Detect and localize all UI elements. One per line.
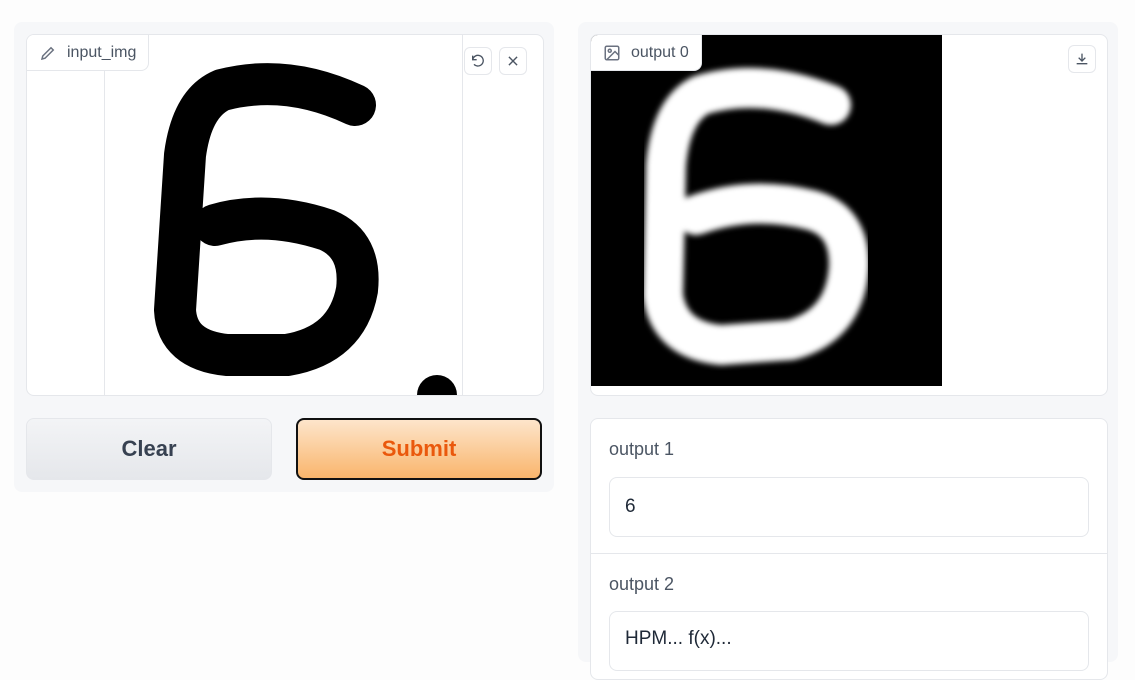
close-icon <box>506 54 520 68</box>
undo-icon <box>470 53 486 69</box>
output1-textbox[interactable]: 6 <box>609 477 1089 537</box>
sketchpad[interactable]: input_img <box>26 34 544 396</box>
output0-label-text: output 0 <box>631 43 689 61</box>
download-icon <box>1074 51 1090 67</box>
fields-divider <box>591 553 1107 554</box>
clear-button[interactable]: Clear <box>26 418 272 480</box>
output2-textbox[interactable]: HPM... f(x)... <box>609 611 1089 671</box>
pencil-icon <box>39 44 57 62</box>
download-button[interactable] <box>1068 45 1096 73</box>
input-label: input_img <box>27 35 150 71</box>
output-panel: output 0 output 1 6 output 2 HPM... f(x)… <box>578 22 1118 680</box>
processed-digit-six <box>643 67 869 365</box>
submit-button[interactable]: Submit <box>296 418 542 480</box>
output-fields-block: output 1 6 output 2 HPM... f(x)... <box>590 418 1108 680</box>
output2-label: output 2 <box>609 574 675 594</box>
output1-label: output 1 <box>609 439 675 459</box>
image-icon <box>603 44 621 62</box>
output0-label: output 0 <box>591 35 702 71</box>
output0-image-block: output 0 <box>590 34 1108 396</box>
undo-button[interactable] <box>464 47 492 75</box>
input-label-text: input_img <box>67 43 137 61</box>
input-panel: input_img Clear Submit <box>14 22 554 492</box>
drawn-digit-six <box>154 63 457 395</box>
output0-image <box>591 35 942 386</box>
close-button[interactable] <box>499 47 527 75</box>
